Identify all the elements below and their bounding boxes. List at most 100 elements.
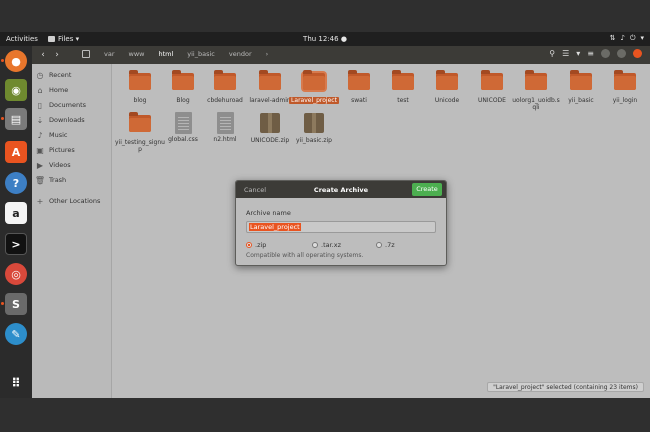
file-item[interactable]: Unicode xyxy=(422,70,472,104)
radio-icon xyxy=(376,242,382,248)
format-label: .tar.xz xyxy=(321,241,341,249)
download-icon: ⇣ xyxy=(36,115,44,125)
breadcrumb-root-icon[interactable] xyxy=(82,50,90,58)
file-item[interactable]: swati xyxy=(334,70,384,104)
sidebar-item-trash[interactable]: 🗑 Trash xyxy=(34,174,66,186)
maximize-button[interactable] xyxy=(617,49,626,58)
file-label: yii_basic xyxy=(568,97,594,104)
sidebar-item-label: Music xyxy=(49,131,68,139)
sidebar-item-label: Other Locations xyxy=(49,197,101,205)
sidebar-item-pictures[interactable]: ▣ Pictures xyxy=(36,144,75,156)
cancel-button[interactable]: Cancel xyxy=(244,186,266,194)
document-icon xyxy=(216,112,234,134)
network-icon: ⇅ xyxy=(609,34,616,42)
menu-icon[interactable]: ≡ xyxy=(587,49,594,58)
documents-icon: ▯ xyxy=(37,100,43,110)
format-radio-tar-xz[interactable]: .tar.xz xyxy=(312,241,341,249)
file-item[interactable]: n2.html xyxy=(200,112,250,143)
folder-icon xyxy=(614,70,636,90)
folder-icon xyxy=(570,70,592,90)
rhythmbox-icon[interactable]: ◉ xyxy=(5,79,27,101)
clock[interactable]: Thu 12:46 ● xyxy=(0,35,650,43)
file-item-selected[interactable]: Laravel_project xyxy=(289,70,339,104)
file-label: UNICODE.zip xyxy=(250,137,290,144)
help-icon[interactable]: ? xyxy=(5,172,27,194)
create-button[interactable]: Create xyxy=(412,183,442,196)
network-app-icon[interactable]: ✎ xyxy=(5,323,27,345)
software-center-icon[interactable]: A xyxy=(5,141,27,163)
view-options-icon[interactable]: ▾ xyxy=(576,49,580,58)
folder-icon xyxy=(481,70,503,90)
file-item[interactable]: cbdehuroad xyxy=(200,70,250,104)
sublime-text-icon[interactable]: S xyxy=(1,293,27,315)
minimize-button[interactable] xyxy=(601,49,610,58)
file-label: Unicode xyxy=(434,97,460,104)
sidebar-item-other-locations[interactable]: + Other Locations xyxy=(36,195,101,207)
system-tray[interactable]: ⇅ ♪ ⏻ ▾ xyxy=(610,34,644,43)
home-icon: ⌂ xyxy=(37,85,43,95)
file-item[interactable]: yii_basic.zip xyxy=(289,112,339,144)
format-label: .zip xyxy=(255,241,267,249)
firefox-icon[interactable]: ● xyxy=(1,50,27,72)
music-icon: ♪ xyxy=(37,130,43,140)
file-item[interactable]: yii_login xyxy=(600,70,650,104)
archive-icon xyxy=(260,113,280,133)
terminal-icon[interactable]: > xyxy=(5,233,27,255)
sidebar-item-videos[interactable]: ▶ Videos xyxy=(36,159,71,171)
breadcrumb-item[interactable]: vendor xyxy=(229,50,252,58)
folder-icon xyxy=(436,70,458,90)
file-item[interactable]: yii_basic xyxy=(556,70,606,104)
breadcrumb-more-icon[interactable]: › xyxy=(266,50,269,58)
sidebar: ◷ Recent ⌂ Home ▯ Documents ⇣ Downloads ♪ Mus… xyxy=(32,64,112,398)
format-radio-zip[interactable]: .zip xyxy=(246,241,266,249)
file-item[interactable]: laravel-admin xyxy=(245,70,295,104)
folder-icon xyxy=(259,70,281,90)
close-button[interactable] xyxy=(633,49,642,58)
folder-icon xyxy=(214,70,236,90)
sidebar-item-recent[interactable]: ◷ Recent xyxy=(36,69,72,81)
forward-button[interactable]: › xyxy=(52,49,62,61)
sidebar-item-label: Home xyxy=(49,86,69,94)
folder-icon xyxy=(172,70,194,90)
breadcrumb: var www html yii_basic vendor › xyxy=(82,50,268,58)
archive-name-input[interactable]: Laravel_project xyxy=(246,221,436,233)
file-item[interactable]: test xyxy=(378,70,428,104)
sidebar-item-music[interactable]: ♪ Music xyxy=(36,129,68,141)
file-item[interactable]: UNICODE.zip xyxy=(245,112,295,144)
header-actions: ⚲ ☰ ▾ ≡ xyxy=(549,49,642,58)
search-icon[interactable]: ⚲ xyxy=(549,49,555,58)
dialog-header: Create Archive Cancel Create xyxy=(236,181,446,198)
plus-icon: + xyxy=(36,196,44,206)
show-applications-icon[interactable]: ⠿ xyxy=(5,372,27,394)
volume-icon: ♪ xyxy=(620,34,625,42)
breadcrumb-item[interactable]: yii_basic xyxy=(187,50,215,58)
breadcrumb-item[interactable]: www xyxy=(129,50,145,58)
folder-icon xyxy=(348,70,370,90)
chrome-icon[interactable]: ◎ xyxy=(5,263,27,285)
document-icon xyxy=(174,112,192,134)
sidebar-item-downloads[interactable]: ⇣ Downloads xyxy=(36,114,85,126)
trash-icon: 🗑 xyxy=(34,175,46,185)
folder-icon xyxy=(129,112,151,132)
sidebar-item-label: Documents xyxy=(49,101,87,109)
list-view-icon[interactable]: ☰ xyxy=(562,49,569,58)
format-radio-7z[interactable]: .7z xyxy=(376,241,395,249)
file-item[interactable]: uolorg1_uoidb.sqli xyxy=(511,70,561,111)
file-label: n2.html xyxy=(213,136,237,143)
file-label: yii_basic.zip xyxy=(296,137,332,144)
format-label: .7z xyxy=(385,241,395,249)
sidebar-item-home[interactable]: ⌂ Home xyxy=(36,84,68,96)
amazon-icon[interactable]: a xyxy=(5,202,27,224)
files-icon[interactable]: ▤ xyxy=(1,108,27,130)
radio-selected-icon xyxy=(246,242,252,248)
folder-icon xyxy=(392,70,414,90)
headerbar: ‹ › var www html yii_basic vendor › ⚲ ☰ … xyxy=(32,46,650,64)
file-label: test xyxy=(397,97,409,104)
sidebar-item-documents[interactable]: ▯ Documents xyxy=(36,99,86,111)
breadcrumb-item[interactable]: html xyxy=(158,50,173,58)
file-item[interactable]: UNICODE xyxy=(467,70,517,104)
breadcrumb-item[interactable]: var xyxy=(104,50,115,58)
folder-icon xyxy=(525,70,547,90)
status-bar: "Laravel_project" selected (containing 2… xyxy=(487,382,644,392)
back-button[interactable]: ‹ xyxy=(38,49,48,61)
